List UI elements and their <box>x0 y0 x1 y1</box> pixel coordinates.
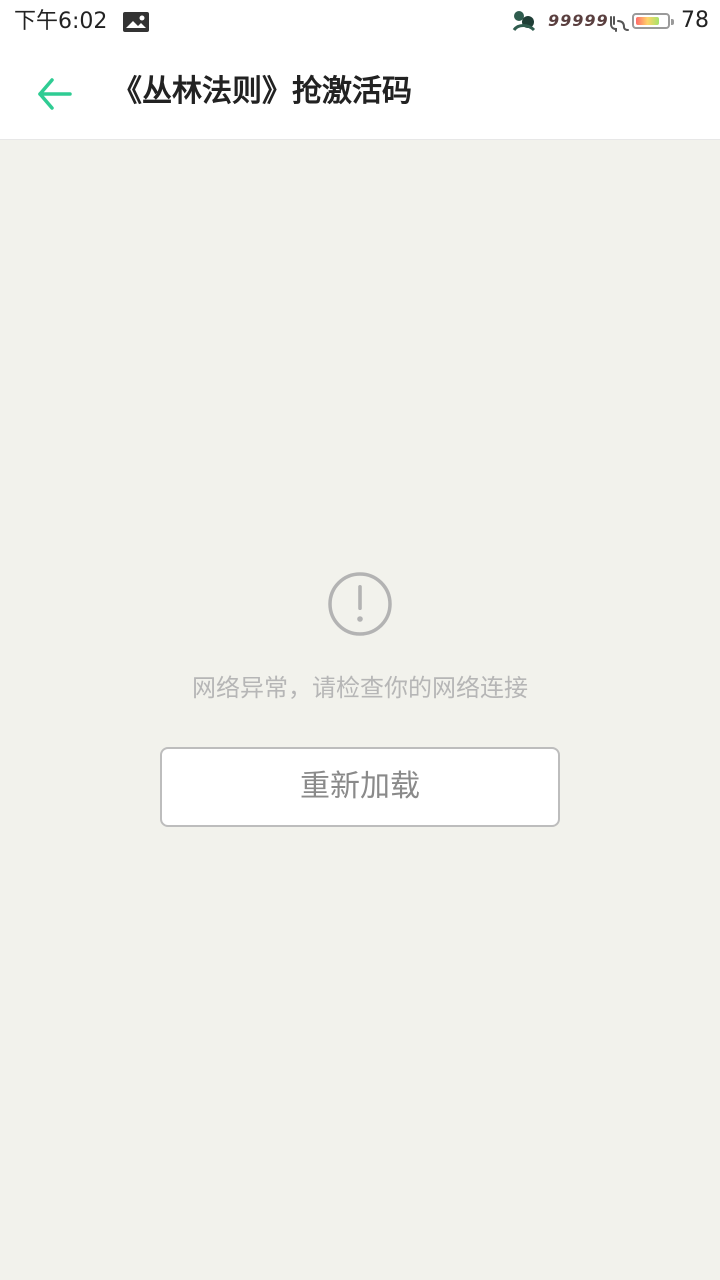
toolbar: 《丛林法则》抢激活码 <box>0 44 720 140</box>
content-area: 网络异常，请检查你的网络连接 重新加载 <box>0 140 720 1280</box>
back-button[interactable] <box>26 66 82 122</box>
app-notification-icon <box>512 11 536 32</box>
page-title: 《丛林法则》抢激活码 <box>112 74 412 109</box>
network-error-message: 网络异常，请检查你的网络连接 <box>192 674 528 702</box>
status-signal-text: 99999 <box>548 11 609 30</box>
charging-plug-icon <box>610 16 629 32</box>
reload-button-label: 重新加载 <box>300 769 420 804</box>
status-bar: 下午6:02 99999 78 <box>0 0 720 44</box>
image-icon <box>123 12 149 32</box>
reload-button[interactable]: 重新加载 <box>160 747 560 827</box>
battery-percentage: 78 <box>681 8 709 33</box>
back-arrow-icon <box>38 78 72 110</box>
status-time: 下午6:02 <box>14 9 108 34</box>
battery-fill <box>636 17 660 25</box>
battery-icon <box>632 13 674 29</box>
exclamation-circle-icon <box>328 572 392 636</box>
